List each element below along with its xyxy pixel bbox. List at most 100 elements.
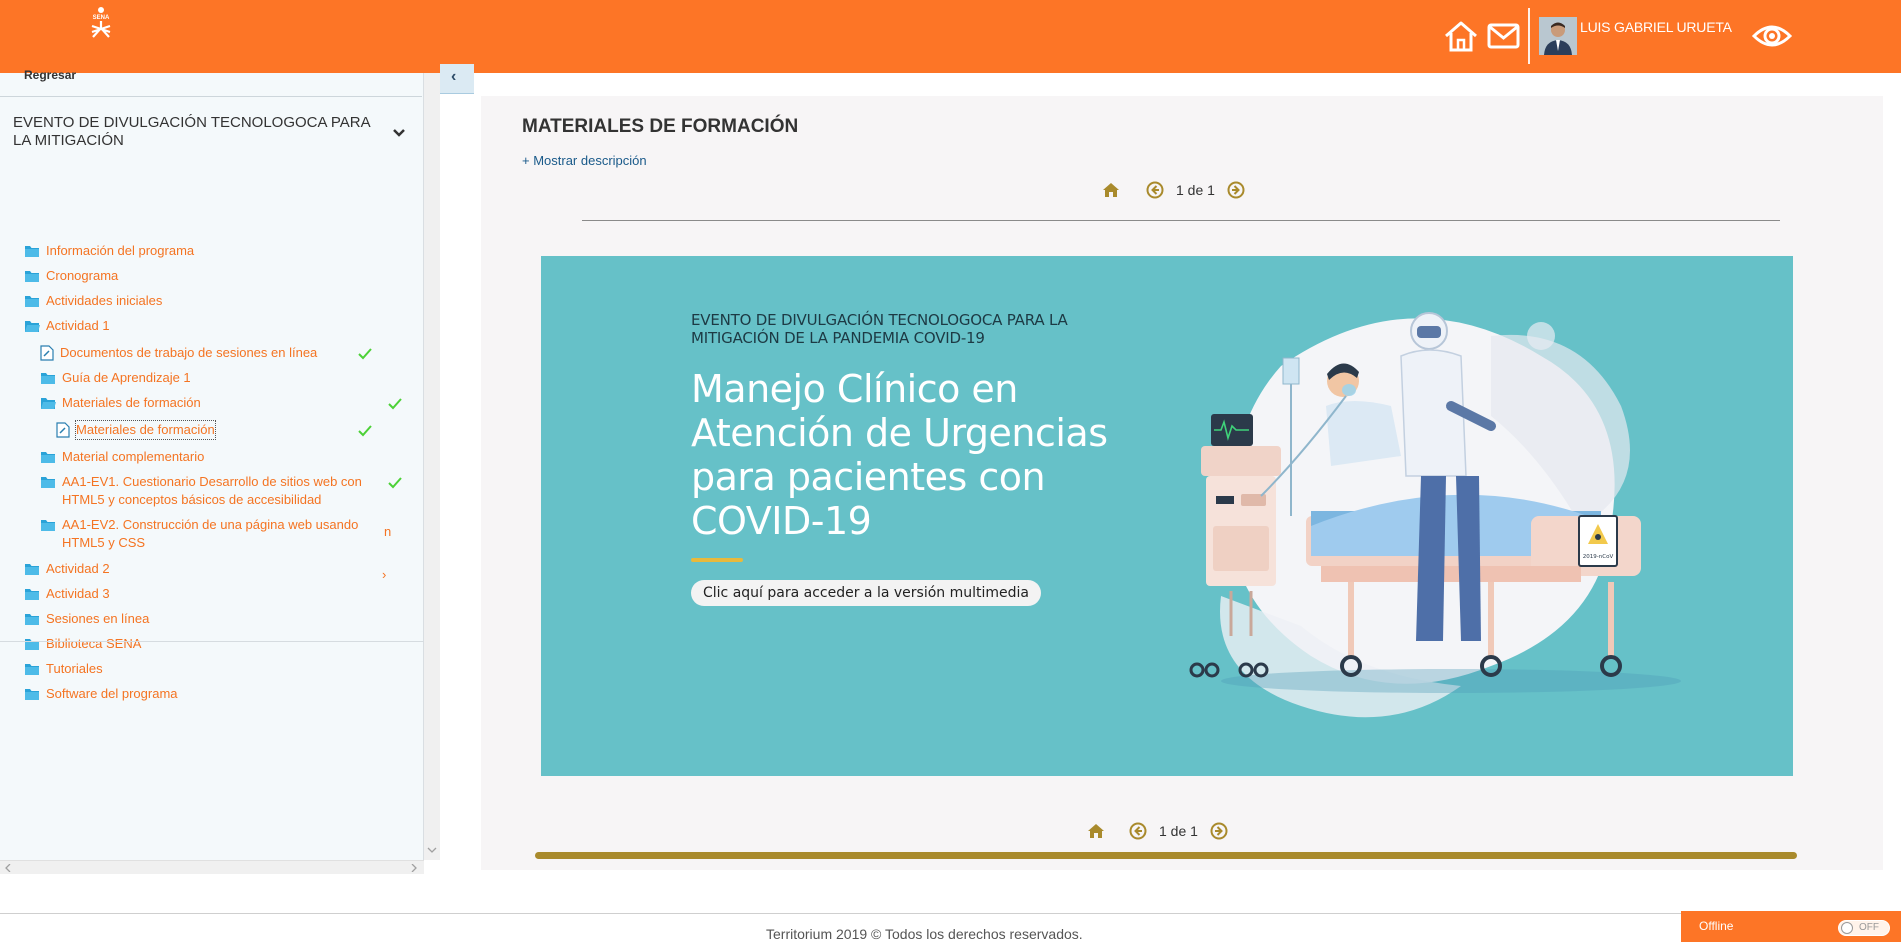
next-icon[interactable]: [1227, 181, 1245, 199]
tree-item-materiales-formacion-folder[interactable]: Materiales de formación: [40, 394, 201, 412]
check-icon: [388, 477, 402, 489]
user-avatar-icon: [1539, 17, 1577, 55]
tree-item-label: Biblioteca SENA: [46, 636, 142, 651]
folder-icon: [25, 664, 39, 675]
tree-item-actividad-1[interactable]: Actividad 1: [24, 317, 110, 335]
previous-icon[interactable]: [1146, 181, 1164, 199]
footer-copyright: Territorium 2019 © Todos los derechos re…: [766, 926, 1083, 942]
sidebar-top: Regresar: [0, 68, 422, 97]
tree-item-label: Sesiones en línea: [46, 611, 150, 626]
folder-icon: [25, 689, 39, 700]
banner-accent-line: [691, 558, 743, 562]
tree-item-label: Tutoriales: [46, 661, 103, 676]
tree-item-label: Software del programa: [46, 686, 178, 701]
previous-icon[interactable]: [1129, 822, 1147, 840]
page-indicator: 1 de 1: [1159, 823, 1198, 839]
tree-item-label: Actividad 1: [46, 318, 110, 333]
offline-label: Offline: [1699, 919, 1734, 933]
tree-item-label: Actividad 2: [46, 561, 110, 576]
tree-item-aa1-ev1[interactable]: AA1-EV1. Cuestionario Desarrollo de siti…: [40, 473, 370, 509]
folder-icon: [25, 614, 39, 625]
accessibility-eye-icon[interactable]: [1752, 22, 1792, 50]
folder-icon: [41, 520, 55, 531]
tree-item-material-complementario[interactable]: Material complementario: [40, 448, 204, 466]
scroll-down-arrow-icon[interactable]: [427, 846, 437, 854]
home-icon[interactable]: [1102, 182, 1120, 198]
show-description-link[interactable]: + Mostrar descripción: [522, 153, 647, 168]
tree-item-guia-aprendizaje[interactable]: Guía de Aprendizaje 1: [40, 369, 191, 387]
status-marker: ›: [382, 567, 387, 582]
scroll-left-arrow-icon[interactable]: [4, 864, 12, 872]
svg-text:SENA: SENA: [93, 15, 110, 21]
tree-item-biblioteca[interactable]: Biblioteca SENA: [24, 635, 141, 653]
sidebar-horizontal-scrollbar[interactable]: [0, 860, 424, 874]
footer-divider: [0, 913, 1901, 914]
tree-item-actividad-2[interactable]: Actividad 2: [24, 560, 110, 578]
folder-icon: [25, 296, 39, 307]
divider: [582, 220, 1780, 221]
folder-icon: [41, 373, 55, 384]
tree-item-label: Guía de Aprendizaje 1: [62, 370, 191, 385]
home-icon[interactable]: [1443, 20, 1479, 52]
check-icon: [358, 348, 372, 360]
tree-item-software[interactable]: Software del programa: [24, 685, 178, 703]
folder-icon: [25, 639, 39, 650]
tree-item-label: Materiales de formación: [75, 420, 216, 440]
collapse-sidebar-button[interactable]: ‹: [440, 64, 474, 94]
sidebar-vertical-scrollbar[interactable]: [424, 73, 440, 860]
folder-icon: [25, 564, 39, 575]
mail-icon[interactable]: [1487, 22, 1520, 50]
multimedia-version-button[interactable]: Clic aquí para acceder a la versión mult…: [691, 580, 1041, 606]
toggle-label: OFF: [1859, 922, 1879, 933]
folder-icon: [25, 271, 39, 282]
folder-icon: [25, 246, 39, 257]
tree-item-sesiones[interactable]: Sesiones en línea: [24, 610, 149, 628]
tree-item-label: Materiales de formación: [62, 395, 201, 410]
progress-bar: [535, 852, 1797, 859]
folder-open-icon: [25, 321, 40, 332]
folder-icon: [41, 477, 55, 488]
banner-subtitle: EVENTO DE DIVULGACIÓN TECNOLOGOCA PARA L…: [691, 311, 1068, 347]
document-icon: [40, 345, 54, 361]
check-icon: [358, 425, 372, 437]
page-indicator: 1 de 1: [1176, 182, 1215, 198]
tree-item-actividad-3[interactable]: Actividad 3: [24, 585, 110, 603]
tree-item-documentos-trabajo[interactable]: Documentos de trabajo de sesiones en lín…: [40, 344, 317, 362]
sena-logo-icon: SENA: [91, 7, 111, 38]
course-banner[interactable]: EVENTO DE DIVULGACIÓN TECNOLOGOCA PARA L…: [541, 256, 1793, 776]
offline-toggle[interactable]: OFF: [1838, 920, 1890, 936]
tree-item-label: AA1-EV1. Cuestionario Desarrollo de siti…: [62, 474, 362, 507]
tree-item-label: AA1-EV2. Construcción de una página web …: [62, 517, 359, 550]
check-icon: [388, 398, 402, 410]
program-title[interactable]: EVENTO DE DIVULGACIÓN TECNOLOGOCA PARA L…: [13, 114, 383, 150]
offline-panel[interactable]: Offline OFF: [1681, 911, 1901, 942]
scroll-right-arrow-icon[interactable]: [410, 864, 418, 872]
tree-item-materiales-formacion-doc[interactable]: Materiales de formación: [56, 420, 216, 440]
page-title: MATERIALES DE FORMACIÓN: [522, 116, 799, 137]
tree-item-label: Actividad 3: [46, 586, 110, 601]
pager-top: 1 de 1: [1102, 180, 1245, 200]
chevron-down-icon[interactable]: [392, 128, 406, 138]
pager-bottom: 1 de 1: [1087, 821, 1228, 841]
document-icon: [56, 422, 70, 438]
top-bar: SENA LUIS GABRIEL URUETA: [0, 0, 1901, 73]
hospital-illustration: 2019-nCoV: [1189, 312, 1681, 718]
next-icon[interactable]: [1210, 822, 1228, 840]
toggle-knob: [1841, 922, 1853, 934]
tree-item-label: Actividades iniciales: [46, 293, 163, 308]
tree-item-actividades-iniciales[interactable]: Actividades iniciales: [24, 292, 162, 310]
tree-item-aa1-ev2[interactable]: AA1-EV2. Construcción de una página web …: [40, 516, 370, 552]
tree-item-cronograma[interactable]: Cronograma: [24, 267, 118, 285]
tree-item-label: Información del programa: [46, 243, 195, 258]
back-link[interactable]: Regresar: [24, 68, 76, 82]
folder-icon: [25, 589, 39, 600]
tree-item-informacion[interactable]: Información del programa: [24, 242, 194, 260]
chevron-left-icon: ‹: [451, 68, 457, 85]
home-icon[interactable]: [1087, 823, 1105, 839]
tree-item-label: Cronograma: [46, 268, 119, 283]
sign-text: 2019-nCoV: [1583, 554, 1614, 560]
avatar[interactable]: [1539, 17, 1577, 55]
tree-item-tutoriales[interactable]: Tutoriales: [24, 660, 103, 678]
folder-open-icon: [41, 398, 56, 409]
user-name[interactable]: LUIS GABRIEL URUETA: [1580, 19, 1732, 35]
